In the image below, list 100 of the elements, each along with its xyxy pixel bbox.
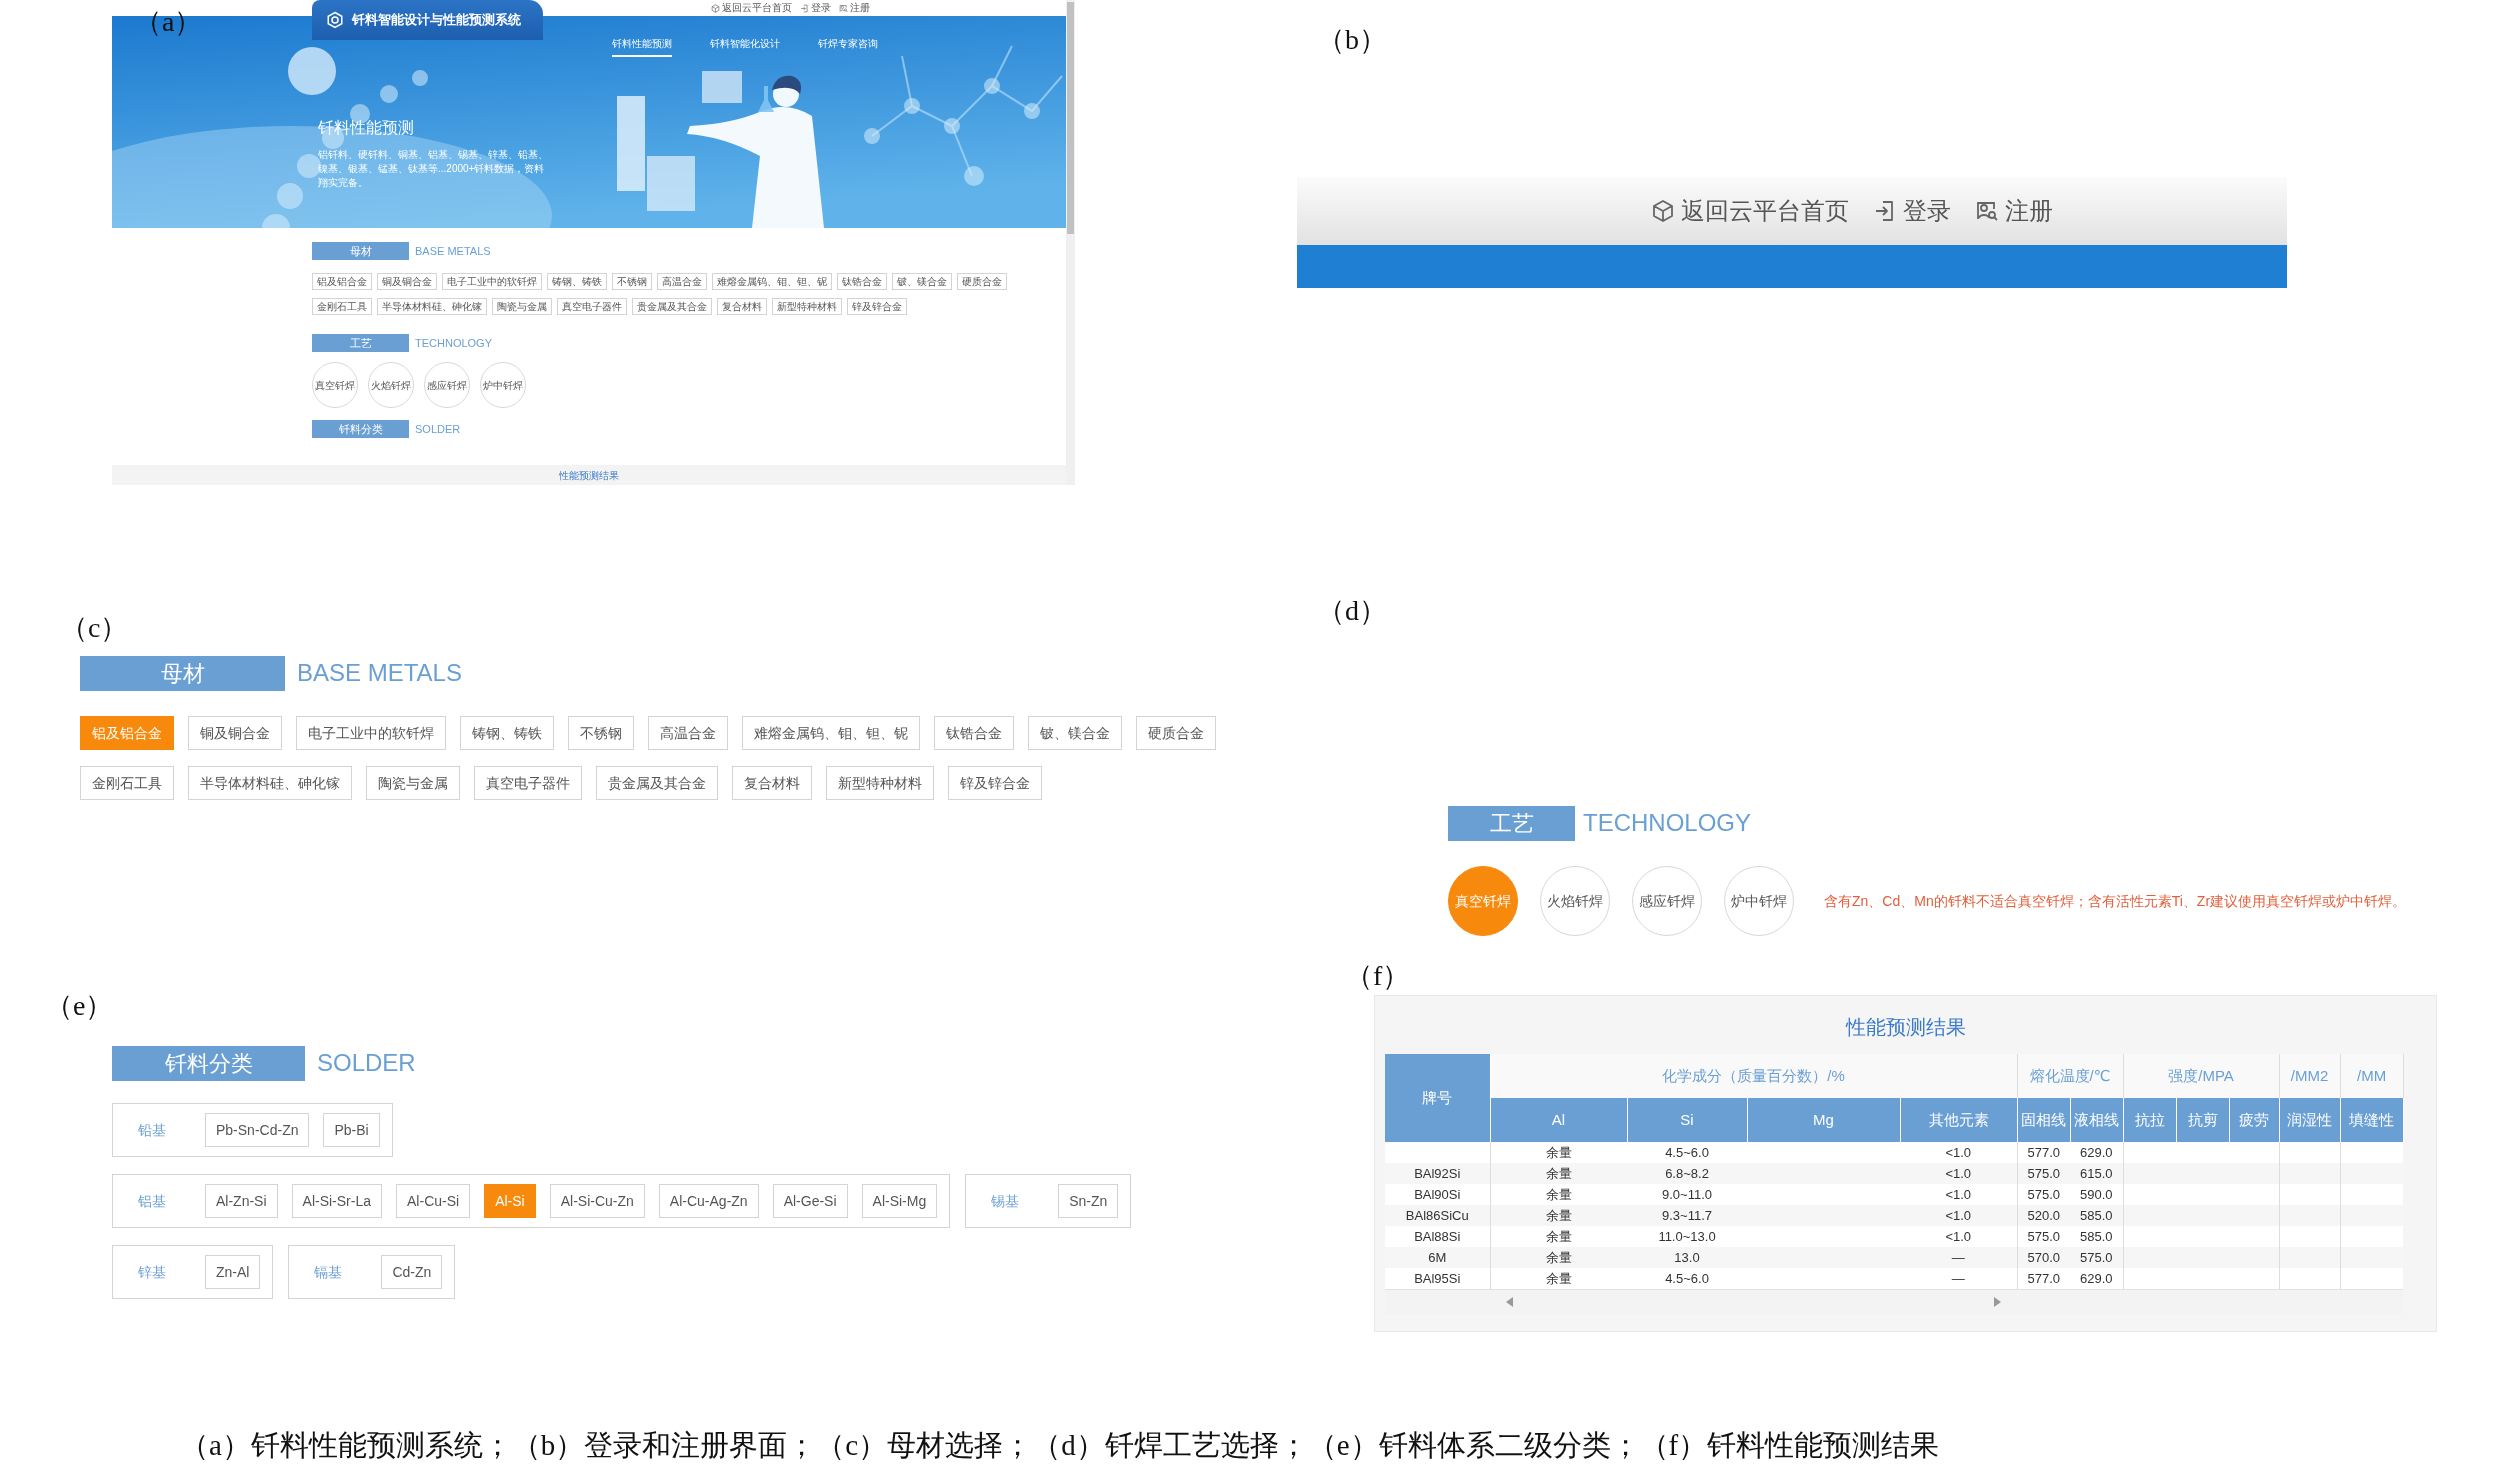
tag-button[interactable]: 铸钢、铸铁 (547, 273, 607, 290)
tag-button[interactable]: Zn-Al (205, 1255, 261, 1289)
column-header: 疲劳 (2229, 1098, 2280, 1142)
tag-button[interactable]: Al-Cu-Si (396, 1184, 471, 1218)
group-label: 锌基 (137, 1262, 167, 1282)
column-header: Al (1490, 1098, 1627, 1142)
table-cell: 余量 (1490, 1163, 1627, 1184)
table-cell: 629.0 (2070, 1268, 2124, 1289)
tag-button[interactable]: 难熔金属钨、钼、钽、铌 (742, 716, 920, 750)
tag-button[interactable]: 贵金属及其合金 (632, 298, 712, 315)
panel-label: （e） (45, 989, 114, 1023)
result-link[interactable]: 性能预测结果 (559, 470, 619, 481)
table-cell: 570.0 (2017, 1247, 2070, 1268)
nav-tab[interactable]: 钎焊专家咨询 (818, 36, 878, 57)
tag-button[interactable]: 钛锆合金 (837, 273, 887, 290)
panel-label: （d） (1317, 594, 1387, 628)
tag-button[interactable]: 高温合金 (657, 273, 707, 290)
table-cell: 9.0~11.0 (1627, 1184, 1747, 1205)
method-button[interactable]: 火焰钎焊 (1540, 866, 1610, 936)
method-button[interactable]: 炉中钎焊 (480, 362, 526, 408)
tag-button[interactable]: 金刚石工具 (312, 298, 372, 315)
column-header: 其他元素 (1900, 1098, 2017, 1142)
column-group-header: /MM2 (2279, 1054, 2341, 1098)
method-button[interactable]: 火焰钎焊 (368, 362, 414, 408)
method-button[interactable]: 感应钎焊 (424, 362, 470, 408)
tag-button[interactable]: Pb-Sn-Cd-Zn (205, 1113, 310, 1147)
tag-button[interactable]: 半导体材料硅、砷化镓 (377, 298, 487, 315)
tag-button[interactable]: 复合材料 (732, 766, 812, 800)
tag-button[interactable]: 难熔金属钨、钼、钽、铌 (712, 273, 832, 290)
top-link[interactable]: 返回云平台首页 (711, 0, 792, 16)
header-link[interactable]: 登录 (1873, 193, 1951, 229)
tag-button[interactable]: 锌及锌合金 (948, 766, 1042, 800)
method-button[interactable]: 炉中钎焊 (1724, 866, 1794, 936)
table-cell: BAl86SiCu (1385, 1205, 1490, 1226)
top-link[interactable]: 登录 (800, 0, 831, 16)
tag-button[interactable]: 电子工业中的软钎焊 (442, 273, 542, 290)
table-cell: 余量 (1490, 1184, 1627, 1205)
tag-button[interactable]: 半导体材料硅、砷化镓 (188, 766, 352, 800)
tag-button[interactable]: Sn-Zn (1058, 1184, 1119, 1218)
table-cell: 615.0 (2070, 1163, 2124, 1184)
tag-button[interactable]: 电子工业中的软钎焊 (296, 716, 446, 750)
tag-button[interactable]: 硬质合金 (1136, 716, 1216, 750)
tag-button[interactable]: Al-Zn-Si (205, 1184, 278, 1218)
tag-button[interactable]: Al-Si-Cu-Zn (549, 1184, 645, 1218)
table-cell: 11.0~13.0 (1627, 1226, 1747, 1247)
tag-button[interactable]: 铜及铜合金 (188, 716, 282, 750)
method-button[interactable]: 真空钎焊 (312, 362, 358, 408)
column-header: 固相线 (2017, 1098, 2070, 1142)
top-link[interactable]: 注册 (839, 0, 870, 16)
tag-button[interactable]: Al-Si-Mg (861, 1184, 938, 1218)
tag-button[interactable]: 不锈钢 (568, 716, 634, 750)
tag-button[interactable]: 金刚石工具 (80, 766, 174, 800)
group-label: 锡基 (990, 1191, 1021, 1211)
table-cell: 余量 (1490, 1226, 1627, 1247)
tag-button[interactable]: 新型特种材料 (772, 298, 842, 315)
tag-button[interactable]: 高温合金 (648, 716, 728, 750)
tag-button[interactable]: 铜及铜合金 (377, 273, 437, 290)
tag-button[interactable]: 铍、镁合金 (1028, 716, 1122, 750)
table-cell: 590.0 (2070, 1184, 2124, 1205)
tag-button[interactable]: 真空电子器件 (474, 766, 582, 800)
tag-button[interactable]: 铝及铝合金 (312, 273, 372, 290)
tag-button[interactable]: Cd-Zn (381, 1255, 443, 1289)
tag-button[interactable]: 铸钢、铸铁 (460, 716, 554, 750)
tag-button[interactable]: 复合材料 (717, 298, 767, 315)
tag-button[interactable]: 贵金属及其合金 (596, 766, 718, 800)
tag-button[interactable]: Al-Si-Sr-La (291, 1184, 383, 1218)
tag-button[interactable]: Al-Ge-Si (772, 1184, 848, 1218)
header-link[interactable]: 返回云平台首页 (1651, 193, 1849, 229)
table-cell: 4.5~6.0 (1627, 1268, 1747, 1289)
nav-tab[interactable]: 钎料智能化设计 (710, 36, 780, 57)
table-cell: 577.0 (2017, 1268, 2070, 1289)
tag-button[interactable]: 锌及锌合金 (847, 298, 907, 315)
column-header: 填缝性 (2340, 1098, 2404, 1142)
nav-tab[interactable]: 钎料性能预测 (612, 36, 672, 57)
tag-button[interactable]: 新型特种材料 (826, 766, 934, 800)
column-header: 牌号 (1385, 1054, 1490, 1142)
column-header: 抗拉 (2123, 1098, 2177, 1142)
table-cell: BAl92Si (1385, 1163, 1490, 1184)
table-cell: <1.0 (1900, 1184, 2017, 1205)
header-link[interactable]: 注册 (1975, 193, 2053, 229)
scrollbar-thumb[interactable] (1067, 2, 1074, 234)
tag-button[interactable]: 钛锆合金 (934, 716, 1014, 750)
scrollbar[interactable] (1066, 0, 1075, 485)
tag-button[interactable]: 铍、镁合金 (892, 273, 952, 290)
column-group-header: /MM (2340, 1054, 2404, 1098)
tag-button[interactable]: 硬质合金 (957, 273, 1007, 290)
table-cell: <1.0 (1900, 1205, 2017, 1226)
tag-button[interactable]: 陶瓷与金属 (366, 766, 460, 800)
scroll-left-icon (1506, 1296, 1514, 1307)
tag-button[interactable]: 不锈钢 (612, 273, 652, 290)
tag-button[interactable]: 陶瓷与金属 (492, 298, 552, 315)
tag-button[interactable]: 真空电子器件 (557, 298, 627, 315)
column-header: 抗剪 (2176, 1098, 2230, 1142)
tag-button[interactable]: Pb-Bi (323, 1113, 380, 1147)
login-icon (800, 3, 809, 13)
cube-icon (1651, 199, 1675, 223)
method-button[interactable]: 感应钎焊 (1632, 866, 1702, 936)
table-cell: 13.0 (1627, 1247, 1747, 1268)
section-title: 母材 (80, 655, 285, 691)
tag-button[interactable]: Al-Cu-Ag-Zn (658, 1184, 759, 1218)
